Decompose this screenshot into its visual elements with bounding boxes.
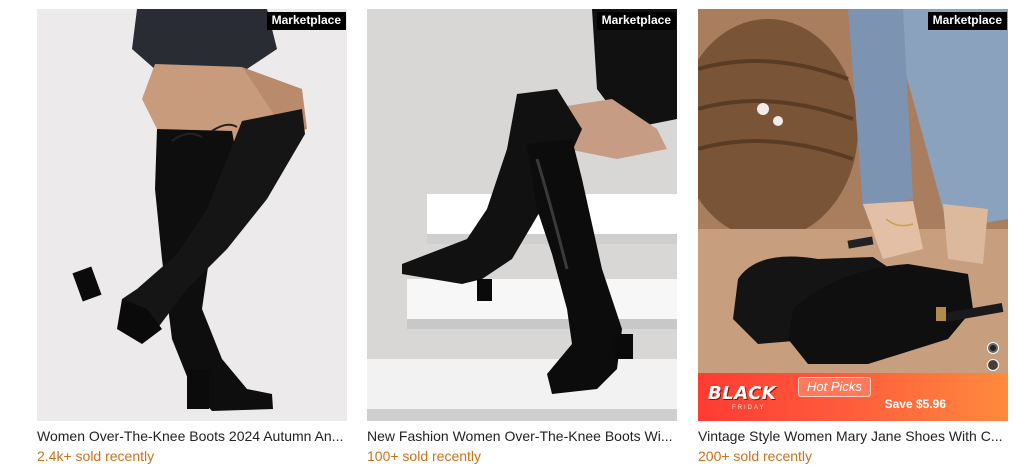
marketplace-badge: Marketplace bbox=[266, 12, 346, 30]
product-title[interactable]: Vintage Style Women Mary Jane Shoes With… bbox=[698, 428, 1008, 445]
sold-count: 100+ sold recently bbox=[367, 448, 482, 464]
product-card[interactable]: Marketplace New Fashion Women Over-The-K… bbox=[367, 9, 677, 465]
black-friday-logo: BLACK FRIDAY bbox=[708, 383, 777, 411]
marketplace-badge: Marketplace bbox=[927, 12, 1007, 30]
sold-count: 200+ sold recently bbox=[698, 448, 813, 464]
product-grid: Marketplace Women Over-The-Knee Boots 20… bbox=[0, 0, 1018, 468]
save-amount: Save $5.96 bbox=[884, 397, 946, 411]
promo-banner[interactable]: BLACK FRIDAY Hot Picks Save $5.96 bbox=[698, 373, 1008, 421]
product-image[interactable]: Marketplace bbox=[37, 9, 347, 421]
mary-jane-shoes-photo bbox=[698, 9, 1008, 421]
product-title[interactable]: New Fashion Women Over-The-Knee Boots Wi… bbox=[367, 428, 677, 445]
carousel-dot[interactable] bbox=[987, 342, 999, 354]
image-carousel-dots bbox=[987, 337, 1001, 371]
product-image[interactable]: Marketplace BLACK FRIDAY Hot Picks Save … bbox=[698, 9, 1008, 421]
hot-picks-tag: Hot Picks bbox=[798, 377, 871, 397]
sold-count: 2.4k+ sold recently bbox=[37, 448, 155, 464]
product-card[interactable]: Marketplace Women Over-The-Knee Boots 20… bbox=[37, 9, 347, 465]
carousel-dot[interactable] bbox=[987, 359, 999, 371]
knee-boots-leather-photo bbox=[367, 9, 677, 421]
product-image[interactable]: Marketplace bbox=[367, 9, 677, 421]
product-title[interactable]: Women Over-The-Knee Boots 2024 Autumn An… bbox=[37, 428, 347, 445]
product-card[interactable]: Marketplace BLACK FRIDAY Hot Picks Save … bbox=[698, 9, 1008, 465]
marketplace-badge: Marketplace bbox=[596, 12, 676, 30]
knee-boots-suede-photo bbox=[37, 9, 347, 421]
